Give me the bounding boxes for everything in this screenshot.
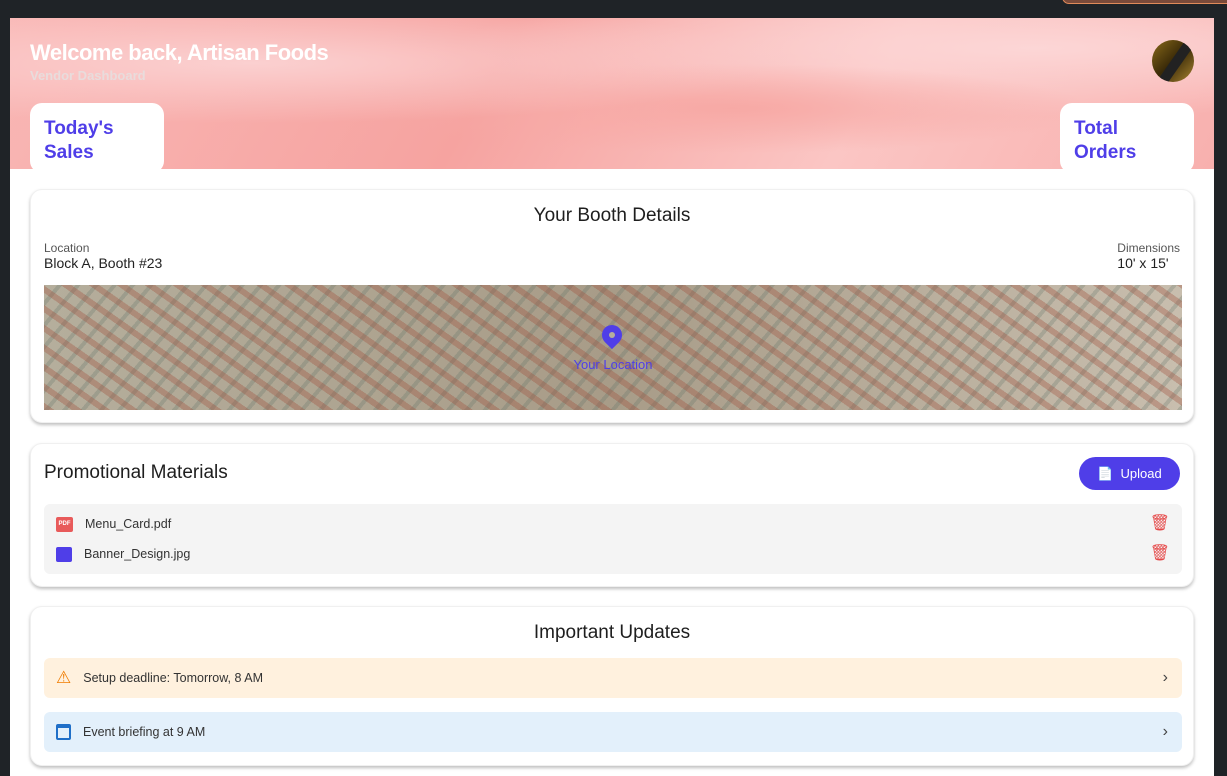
promotional-materials-card: Promotional Materials 📄 Upload PDF Menu_C… — [30, 443, 1194, 587]
file-item[interactable]: Banner_Design.jpg — [56, 544, 190, 564]
chevron-right-icon: › — [1162, 723, 1168, 740]
location-label: Location — [44, 241, 90, 255]
file-item[interactable]: PDF Menu_Card.pdf — [56, 514, 171, 534]
important-updates-card: Important Updates ⚠ Setup deadline: Tomo… — [30, 606, 1194, 766]
booth-details-card: Your Booth Details Location Block A, Boo… — [30, 189, 1194, 423]
calendar-icon — [56, 724, 71, 740]
dimensions-value: 10' x 15' — [1117, 255, 1169, 271]
booth-map[interactable]: Your Location — [44, 285, 1182, 410]
image-icon — [56, 546, 72, 562]
vendor-dashboard: Welcome back, Artisan Foods Vendor Dashb… — [10, 18, 1214, 776]
stat-card-todays-sales[interactable]: Today's Sales — [30, 103, 164, 169]
warning-icon: ⚠ — [56, 668, 72, 687]
avatar[interactable] — [1152, 40, 1194, 82]
browser-tab-edge — [1062, 0, 1227, 4]
update-text: Setup deadline: Tomorrow, 8 AM — [83, 671, 263, 685]
update-item[interactable]: ⚠ Setup deadline: Tomorrow, 8 AM › — [44, 658, 1182, 698]
file-name: Banner_Design.jpg — [84, 547, 191, 561]
map-pin-icon — [597, 320, 627, 350]
upload-button[interactable]: 📄 Upload — [1079, 457, 1180, 490]
pdf-icon: PDF — [56, 516, 73, 532]
chevron-right-icon: › — [1162, 669, 1168, 686]
delete-icon[interactable]: 🗑 — [1150, 513, 1170, 533]
stat-card-total-orders[interactable]: Total Orders — [1060, 103, 1194, 169]
promo-title: Promotional Materials — [44, 462, 228, 483]
location-value: Block A, Booth #23 — [44, 255, 163, 271]
update-text: Event briefing at 9 AM — [83, 725, 206, 739]
welcome-title: Welcome back, Artisan Foods — [30, 40, 329, 65]
hero-banner: Welcome back, Artisan Foods Vendor Dashb… — [10, 18, 1214, 169]
updates-title: Important Updates — [533, 622, 691, 643]
file-list: PDF Menu_Card.pdf 🗑 Banner_Design.jpg 🗑 — [44, 504, 1182, 574]
upload-label: Upload — [1120, 466, 1162, 481]
update-item[interactable]: Event briefing at 9 AM › — [44, 712, 1182, 752]
file-name: Menu_Card.pdf — [85, 517, 172, 531]
map-marker-label: Your Location — [573, 357, 653, 372]
dimensions-label: Dimensions — [1117, 241, 1180, 255]
file-upload-icon: 📄 — [1097, 465, 1114, 481]
delete-icon[interactable]: 🗑 — [1150, 543, 1170, 563]
booth-title: Your Booth Details — [533, 205, 691, 226]
dashboard-subtitle: Vendor Dashboard — [30, 68, 146, 83]
